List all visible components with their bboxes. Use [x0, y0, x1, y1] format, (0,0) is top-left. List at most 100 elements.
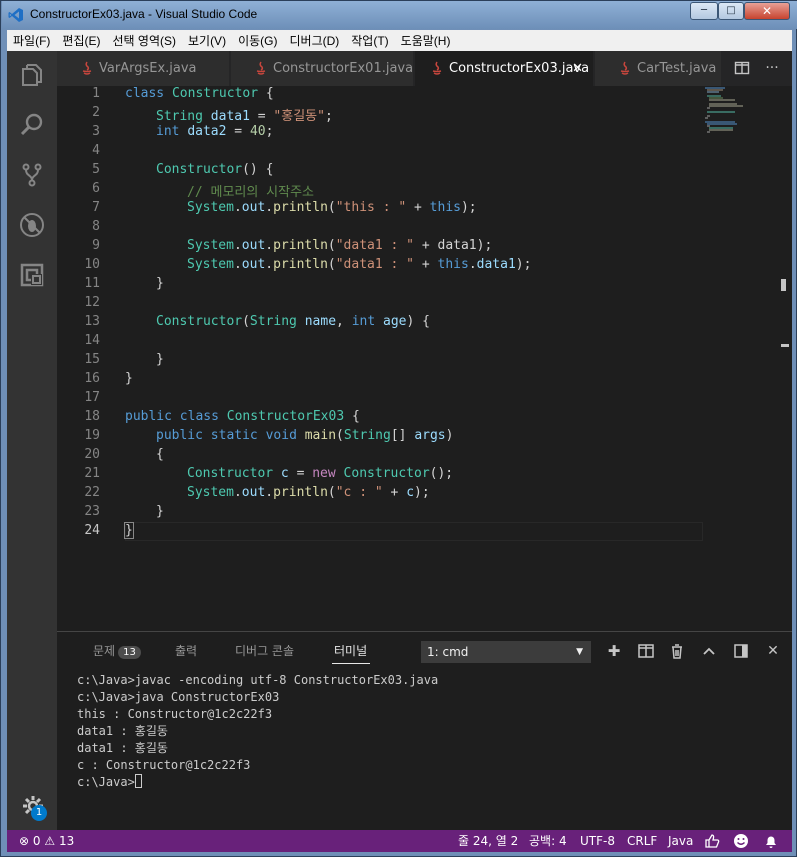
- cursor-position[interactable]: 줄 24, 열 2: [458, 830, 518, 852]
- minimize-button[interactable]: ─: [690, 2, 718, 20]
- line-number: 19: [84, 428, 100, 443]
- token: Constructor: [187, 466, 274, 481]
- close-panel-icon[interactable]: ✕: [764, 642, 782, 660]
- token: }: [124, 522, 134, 539]
- workbench: 1 VarArgsEx.java ConstructorEx01.java Co…: [7, 51, 792, 852]
- title-bar: ConstructorEx03.java - Visual Studio Cod…: [2, 1, 797, 29]
- token: "홍길동": [273, 109, 325, 124]
- terminal-output[interactable]: c:\Java>javac -encoding utf-8 Constructo…: [77, 672, 777, 791]
- menu-go[interactable]: 이동(G): [232, 30, 283, 50]
- maximize-button[interactable]: □: [718, 2, 744, 20]
- new-terminal-icon[interactable]: ✚: [605, 642, 623, 660]
- menu-edit[interactable]: 편집(E): [56, 30, 106, 50]
- token: ,: [336, 314, 352, 329]
- token: this: [429, 200, 461, 215]
- problems-status[interactable]: ⊗ 0 ⚠ 13: [19, 830, 74, 852]
- token: data1: [476, 257, 516, 272]
- close-window-button[interactable]: ✕: [744, 2, 790, 20]
- token: String: [156, 109, 203, 124]
- search-button[interactable]: [7, 101, 57, 149]
- trash-icon[interactable]: [668, 642, 686, 660]
- language-mode[interactable]: Java: [668, 830, 693, 852]
- java-file-icon: [82, 61, 92, 75]
- vertical-scrollbar[interactable]: [778, 86, 792, 631]
- menu-debug[interactable]: 디버그(D): [283, 30, 345, 50]
- line-number: 6: [92, 181, 100, 196]
- tab-output[interactable]: 출력: [175, 642, 197, 659]
- scrollbar-marker: [781, 279, 786, 291]
- terminal-prompt: c:\Java>: [77, 775, 135, 789]
- token: .: [233, 257, 242, 272]
- menu-file[interactable]: 파일(F): [7, 30, 56, 50]
- menu-view[interactable]: 보기(V): [182, 30, 232, 50]
- token: public: [125, 409, 172, 424]
- tab-varargsex[interactable]: VarArgsEx.java: [57, 51, 229, 86]
- debug-button[interactable]: [7, 201, 57, 249]
- token: 40: [249, 124, 266, 139]
- tab-label: ConstructorEx03.java: [449, 61, 590, 76]
- token: System: [187, 238, 234, 253]
- toggle-panel-icon[interactable]: [732, 642, 750, 660]
- token: (: [327, 257, 336, 272]
- extensions-button[interactable]: [7, 251, 57, 299]
- menu-selection[interactable]: 선택 영역(S): [106, 30, 182, 50]
- tab-constructorex03[interactable]: ConstructorEx03.java ✕: [415, 51, 593, 86]
- token: );: [515, 257, 532, 272]
- token: .: [265, 200, 274, 215]
- line-number: 21: [84, 466, 100, 481]
- editor-tabs: VarArgsEx.java ConstructorEx01.java Cons…: [57, 51, 792, 86]
- thumbs-up-icon[interactable]: [704, 833, 720, 849]
- token: {: [156, 447, 164, 462]
- token: +: [382, 485, 407, 500]
- line-number: 9: [92, 238, 100, 253]
- source-control-button[interactable]: [7, 151, 57, 199]
- minimap[interactable]: [703, 86, 778, 146]
- tab-label: VarArgsEx.java: [99, 61, 197, 76]
- line-number: 12: [84, 295, 100, 310]
- tab-terminal[interactable]: 터미널: [334, 642, 367, 659]
- token: println: [273, 238, 328, 253]
- explorer-button[interactable]: [7, 51, 57, 99]
- token: }: [156, 276, 164, 291]
- tab-problems-label: 문제: [93, 644, 116, 658]
- menu-tasks[interactable]: 작업(T): [345, 30, 394, 50]
- line-number: 23: [84, 504, 100, 519]
- token: .: [468, 257, 477, 272]
- tab-label: CarTest.java: [637, 61, 717, 76]
- token: age: [383, 314, 407, 329]
- window-title: ConstructorEx03.java - Visual Studio Cod…: [30, 7, 258, 21]
- terminal-select-value: 1: cmd: [427, 645, 469, 659]
- encoding[interactable]: UTF-8: [580, 830, 615, 852]
- token: ();: [429, 466, 454, 481]
- smiley-feedback-icon[interactable]: [733, 833, 749, 849]
- code-editor[interactable]: 1 2 3 4 5 6 7 8 9 10 11 12 13 14 15 16 17 18 19 20 21 22 23 24 …: [57, 86, 792, 631]
- tab-problems[interactable]: 문제 13: [93, 642, 141, 659]
- code-line-3: int data2 = 40;: [125, 124, 273, 139]
- menu-help[interactable]: 도움말(H): [395, 30, 457, 50]
- terminal-select[interactable]: 1: cmd ▼: [421, 641, 591, 663]
- line-number: 16: [84, 371, 100, 386]
- token: =: [249, 109, 274, 124]
- token: println: [273, 485, 328, 500]
- split-terminal-icon[interactable]: [637, 642, 655, 660]
- line-number: 20: [84, 447, 100, 462]
- menu-bar: 파일(F) 편집(E) 선택 영역(S) 보기(V) 이동(G) 디버그(D) …: [7, 30, 792, 51]
- split-editor-icon[interactable]: [734, 60, 750, 76]
- tab-debug-console[interactable]: 디버그 콘솔: [235, 642, 294, 659]
- chevron-up-icon[interactable]: [700, 642, 718, 660]
- indentation[interactable]: 공백: 4: [529, 830, 567, 852]
- token: .: [265, 257, 274, 272]
- token: =: [226, 124, 250, 139]
- token: (: [336, 428, 344, 443]
- tab-close-icon[interactable]: ✕: [572, 51, 583, 86]
- line-number: 7: [92, 200, 100, 215]
- line-ending[interactable]: CRLF: [627, 830, 657, 852]
- tab-constructorex01[interactable]: ConstructorEx01.java: [231, 51, 413, 86]
- bell-notification-icon[interactable]: [763, 833, 779, 849]
- token: () {: [242, 162, 274, 177]
- token: out: [241, 200, 266, 215]
- more-actions-icon[interactable]: ···: [764, 60, 780, 76]
- tab-cartest[interactable]: CarTest.java: [595, 51, 721, 86]
